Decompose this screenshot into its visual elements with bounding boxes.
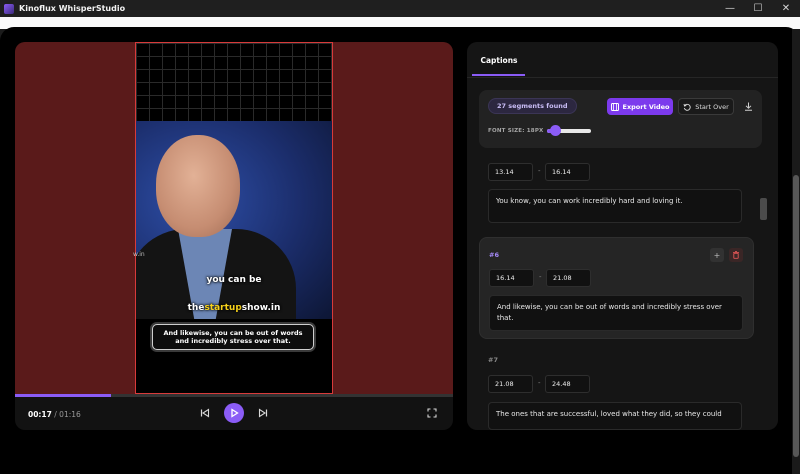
trash-icon <box>733 251 739 259</box>
fullscreen-icon <box>427 408 437 418</box>
frame-grid <box>136 43 332 121</box>
player-controls: 00:17 / 01:16 <box>15 398 453 430</box>
title-bar: Kinoflux WhisperStudio — ☐ ✕ <box>0 0 800 17</box>
panel-tabs: Captions <box>467 42 778 78</box>
segment-text-input[interactable]: The ones that are successful, loved what… <box>488 402 742 430</box>
window-controls: — ☐ ✕ <box>716 0 800 17</box>
font-size-slider-thumb[interactable] <box>549 125 561 136</box>
app-logo-icon <box>4 3 14 14</box>
maximize-button[interactable]: ☐ <box>744 0 772 17</box>
segment-end-input[interactable]: 21.08 <box>546 269 591 287</box>
window-scrollbar[interactable] <box>792 29 800 474</box>
delete-segment-button[interactable] <box>729 248 743 262</box>
next-button[interactable] <box>256 406 270 420</box>
person-head <box>156 135 240 237</box>
skip-forward-icon <box>258 408 268 418</box>
minimize-button[interactable]: — <box>716 0 744 17</box>
active-tab-indicator <box>472 74 525 76</box>
font-size-label: FONT SIZE: 18PX <box>488 128 544 134</box>
caption-segment-active[interactable]: #6 + 16.14 - 21.08 And likewise, you can… <box>479 237 754 339</box>
plus-icon: + <box>713 250 721 260</box>
export-video-label: Export Video <box>622 102 670 111</box>
time-range-dash: - <box>538 379 541 387</box>
export-video-button[interactable]: Export Video <box>607 98 673 115</box>
video-frame-image: you can be thestartupshow.in <box>136 121 332 319</box>
overlay-subtitle: you can be <box>206 275 262 285</box>
segment-text-input[interactable]: You know, you can work incredibly hard a… <box>488 189 742 223</box>
play-button[interactable] <box>224 403 244 423</box>
current-time: 00:17 <box>28 409 52 419</box>
window-title: Kinoflux WhisperStudio <box>19 4 126 13</box>
rotate-ccw-icon <box>683 103 691 111</box>
segment-start-input[interactable]: 13.14 <box>488 163 533 181</box>
time-display: 00:17 / 01:16 <box>28 410 81 419</box>
segment-end-input[interactable]: 24.48 <box>545 375 590 393</box>
video-progress-bar[interactable] <box>15 394 453 397</box>
segments-count-badge: 27 segments found <box>488 98 577 114</box>
segment-start-input[interactable]: 16.14 <box>489 269 534 287</box>
caption-segment: 13.14 - 16.14 You know, you can work inc… <box>479 158 754 226</box>
add-segment-button[interactable]: + <box>710 248 724 262</box>
vertical-video-frame[interactable]: you can be thestartupshow.in And likewis… <box>135 42 333 394</box>
video-player: you can be thestartupshow.in And likewis… <box>15 42 453 430</box>
watermark-part: the <box>187 303 205 313</box>
download-button[interactable] <box>741 98 755 115</box>
segment-number: #6 <box>489 251 499 259</box>
caption-segment: #7 21.08 - 24.48 The ones that are succe… <box>479 350 754 430</box>
video-progress-fill <box>15 394 112 397</box>
segment-text-input[interactable]: And likewise, you can be out of words an… <box>489 295 743 331</box>
download-icon <box>744 102 752 111</box>
segment-number: #7 <box>488 356 498 364</box>
segment-end-input[interactable]: 16.14 <box>545 163 590 181</box>
close-button[interactable]: ✕ <box>772 0 800 17</box>
previous-button[interactable] <box>198 406 212 420</box>
overlay-watermark: thestartupshow.in <box>136 303 332 313</box>
time-range-dash: - <box>538 167 541 175</box>
burned-caption: And likewise, you can be out of words an… <box>152 324 314 350</box>
start-over-label: Start Over <box>695 102 729 111</box>
film-icon <box>610 102 619 111</box>
side-watermark: w.in <box>133 251 145 258</box>
watermark-highlight: startup <box>204 303 242 313</box>
time-range-dash: - <box>539 273 542 281</box>
captions-panel: Captions 27 segments found Export Video … <box>467 42 778 430</box>
fullscreen-button[interactable] <box>425 406 439 420</box>
start-over-button[interactable]: Start Over <box>678 98 734 115</box>
window-scrollbar-thumb[interactable] <box>793 175 799 457</box>
segments-scrollbar-thumb[interactable] <box>760 198 767 220</box>
segment-start-input[interactable]: 21.08 <box>488 375 533 393</box>
captions-toolbar: 27 segments found Export Video Start Ove… <box>479 90 762 148</box>
tab-captions[interactable]: Captions <box>474 42 524 78</box>
play-icon <box>231 408 239 418</box>
watermark-part: show.in <box>241 303 281 313</box>
skip-back-icon <box>200 408 210 418</box>
total-time: 01:16 <box>59 409 81 419</box>
